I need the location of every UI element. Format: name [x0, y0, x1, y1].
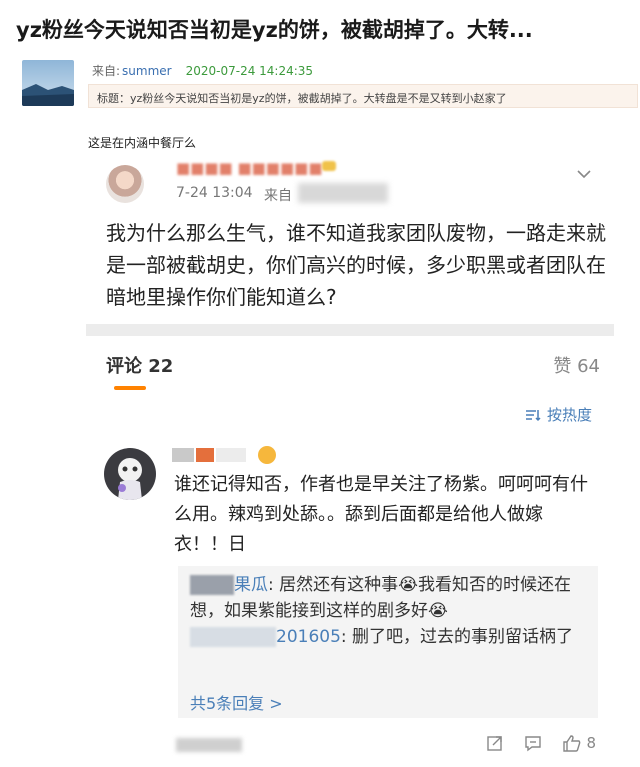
blurred-comment-time [176, 738, 242, 752]
thumbs-up-icon [563, 735, 581, 752]
commenter-avatar [104, 448, 156, 500]
sort-by-hot: 按热度 [525, 404, 592, 425]
reply-author-name: 果瓜 [234, 575, 268, 595]
reply-box: 果瓜: 居然还有这种事😭我看知否的时候还在想，如果紫能接到这样的剧多好😭 201… [178, 566, 598, 718]
blurred-reply-name [190, 627, 276, 647]
original-post-time: 7-24 13:04 [176, 185, 253, 201]
original-post-text: 我为什么那么生气，谁不知道我家团队废物，一路走来就是一部被截胡史，你们高兴的时候… [106, 221, 606, 309]
blurred-author-name: ■■■■ ■■■■■■ [176, 159, 323, 177]
comment-actions: 8 [486, 734, 596, 752]
post-meta: 来自: summer 2020-07-24 14:24:35 [92, 62, 313, 79]
reply-text: 删了吧，过去的事别留话柄了 [352, 627, 574, 647]
tab-likes: 赞 64 [553, 356, 600, 377]
comment-icon [525, 736, 542, 752]
sort-label: 按热度 [546, 406, 592, 424]
post-timestamp: 2020-07-24 14:24:35 [185, 64, 314, 78]
comment-tabs: 评论 22 赞 64 [86, 336, 614, 390]
section-divider [86, 324, 614, 336]
reply-author-name: 201605 [276, 627, 341, 647]
original-post-source-label: 来自 [264, 188, 292, 204]
share-icon [487, 736, 503, 751]
comment-item: 谁还记得知否，作者也是早关注了杨紫。呵呵呵有什么用。辣鸡到处舔。。舔到后面都是给… [86, 438, 614, 758]
author-link[interactable]: summer [122, 64, 172, 78]
sort-icon [525, 409, 541, 421]
sort-row: 按热度 [86, 390, 614, 432]
post-header: 来自: summer 2020-07-24 14:24:35 标题：yz粉丝今天说知… [22, 54, 638, 114]
post-subject-box: 标题：yz粉丝今天说知否当初是yz的饼，被截胡掉了。大转盘是不是又转到小赵家了 [88, 84, 638, 108]
embedded-screenshot: ■■■■ ■■■■■■ 7-24 13:04 来自 我为什么那么生气，谁不知道我… [86, 155, 614, 767]
tab-comments: 评论 22 [106, 356, 174, 377]
reply-item: 果瓜: 居然还有这种事😭我看知否的时候还在想，如果紫能接到这样的剧多好😭 [190, 575, 572, 621]
original-post-header: ■■■■ ■■■■■■ 7-24 13:04 来自 [86, 155, 614, 204]
member-badge-icon [258, 446, 276, 464]
badge-icon [322, 161, 336, 171]
user-avatar[interactable] [22, 60, 74, 106]
more-replies-link: 共5条回复 > [190, 694, 283, 713]
blurred-source [298, 183, 388, 203]
from-label: 来自: [92, 64, 121, 78]
comment-footer: 8 [86, 734, 614, 758]
chevron-down-icon [577, 170, 591, 179]
blurred-commenter-name [172, 444, 248, 464]
like-count: 8 [586, 734, 596, 752]
like-control: 8 [562, 734, 596, 752]
reply-item: 201605: 删了吧，过去的事别留话柄了 [190, 624, 590, 650]
post-caption: 这是在内涵中餐厅么 [88, 136, 197, 150]
blurred-reply-name [190, 575, 234, 595]
page-title[interactable]: yz粉丝今天说知否当初是yz的饼，被截胡掉了。大转... [16, 14, 626, 44]
comment-text: 谁还记得知否，作者也是早关注了杨紫。呵呵呵有什么用。辣鸡到处舔。。舔到后面都是给… [174, 474, 588, 555]
original-author-avatar [106, 165, 144, 203]
